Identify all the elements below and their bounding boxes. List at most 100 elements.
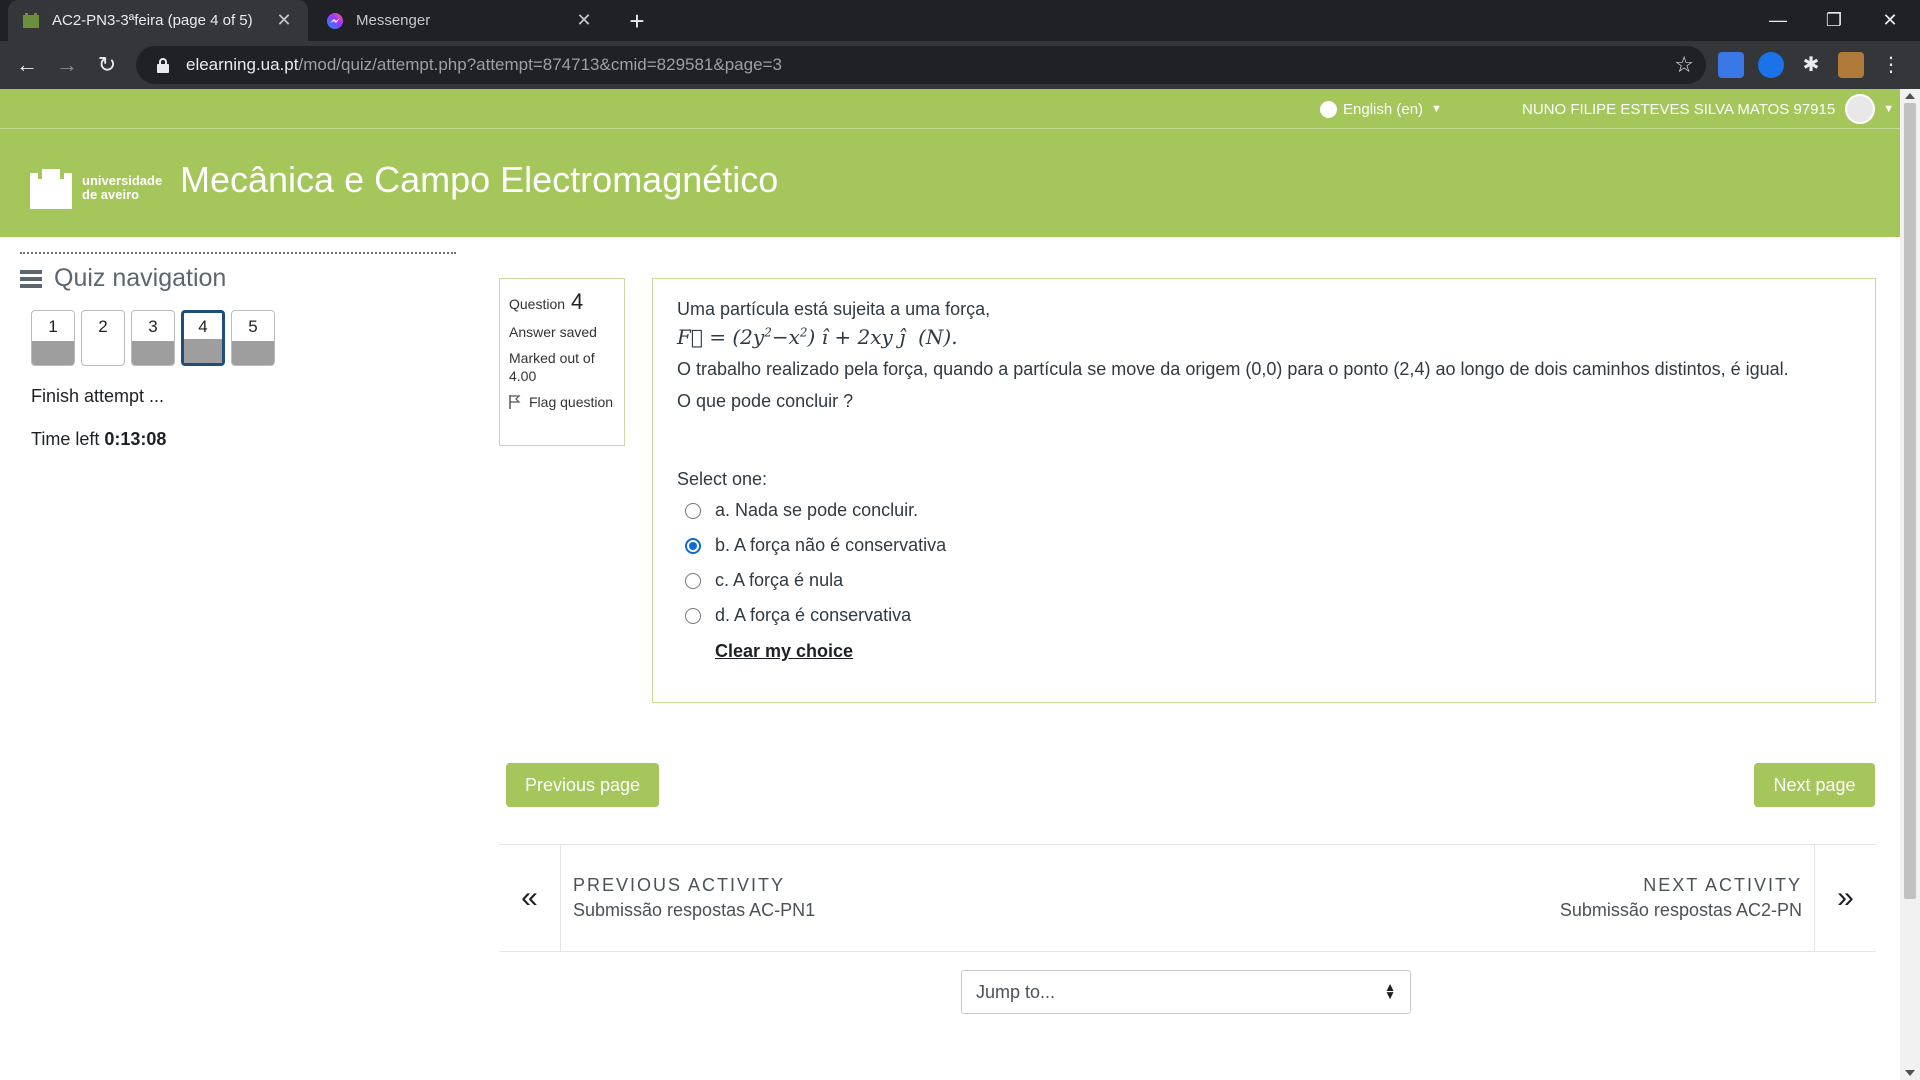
quiz-navigation-title: Quiz navigation (54, 264, 227, 292)
select-arrows-icon: ▲ ▼ (1384, 980, 1396, 1002)
browser-toolbar: ← → ↻ elearning.ua.pt/mod/quiz/attempt.p… (0, 41, 1920, 89)
finish-attempt-link[interactable]: Finish attempt ... (31, 386, 456, 407)
profile-avatar-icon[interactable] (1838, 52, 1864, 78)
tab-title: AC2-PN3-3ªfeira (page 4 of 5) (52, 12, 253, 29)
question-button-3[interactable]: 3 (131, 310, 175, 366)
question-number-heading: Question 4 (509, 289, 615, 315)
url-path: /mod/quiz/attempt.php?attempt=874713&cmi… (298, 55, 782, 74)
option-label[interactable]: c. A força é nula (715, 570, 843, 591)
option-label[interactable]: b. A força não é conservativa (715, 535, 946, 556)
language-label: English (en) (1343, 100, 1424, 118)
forward-icon[interactable]: → (53, 51, 81, 79)
logo-text-line2: de aveiro (82, 187, 140, 202)
lock-icon (157, 58, 169, 73)
jump-to-select[interactable]: Jump to... ▲ ▼ (961, 970, 1411, 1014)
tab-quiz[interactable]: AC2-PN3-3ªfeira (page 4 of 5) ✕ (8, 0, 308, 41)
question-content: Uma partícula está sujeita a uma força, … (652, 278, 1876, 703)
globe-icon (1320, 100, 1337, 118)
browser-tab-bar: AC2-PN3-3ªfeira (page 4 of 5) ✕ Messenge… (0, 0, 1920, 41)
extension-icon[interactable] (1758, 52, 1784, 78)
reload-icon[interactable]: ↻ (93, 51, 121, 79)
question-number: 4 (571, 289, 584, 314)
url-host: elearning.ua.pt (186, 55, 299, 74)
double-chevron-right-icon: » (1814, 845, 1876, 951)
question-buttons: 1 2 3 4 5 (31, 310, 456, 366)
question-number: 1 (48, 317, 58, 336)
activity-navigation: « PREVIOUS ACTIVITY Submissão respostas … (499, 844, 1876, 952)
question-button-2[interactable]: 2 (81, 310, 125, 366)
question-button-1[interactable]: 1 (31, 310, 75, 366)
question-number: 5 (248, 317, 258, 336)
previous-activity-link[interactable]: « PREVIOUS ACTIVITY Submissão respostas … (499, 845, 827, 951)
previous-activity-label: PREVIOUS ACTIVITY (573, 875, 786, 895)
answered-indicator (232, 341, 274, 365)
university-logo-mark-icon (30, 169, 72, 209)
answered-indicator (32, 341, 74, 365)
answer-option-c[interactable]: c. A força é nula (685, 563, 1851, 598)
marked-out-of: Marked out of 4.00 (509, 350, 595, 384)
scroll-up-icon[interactable] (1905, 93, 1915, 99)
question-number: 3 (148, 317, 158, 336)
answer-option-b[interactable]: b. A força não é conservativa (685, 528, 1851, 563)
force-formula: F⃗ = (2y2−x2) î + 2xy ĵ (N). (677, 325, 958, 349)
answer-option-d[interactable]: d. A força é conservativa (685, 598, 1851, 633)
new-tab-icon[interactable]: + (622, 6, 652, 37)
tab-title: Messenger (356, 12, 431, 29)
translate-extension-icon[interactable] (1718, 52, 1744, 78)
answered-indicator (132, 341, 174, 365)
question-body: O trabalho realizado pela força, quando … (677, 359, 1789, 379)
previous-activity-name[interactable]: Submissão respostas AC-PN1 (573, 900, 815, 921)
browser-menu-icon[interactable]: ⋮ (1878, 52, 1904, 78)
site-topbar: English (en) ▼ NUNO FILIPE ESTEVES SILVA… (0, 89, 1900, 129)
double-chevron-left-icon: « (499, 845, 561, 951)
question-number: 4 (198, 317, 208, 336)
question-button-4[interactable]: 4 (181, 310, 225, 366)
radio-button[interactable] (685, 607, 701, 624)
previous-page-button[interactable]: Previous page (506, 763, 659, 807)
divider (20, 252, 456, 254)
jump-to-value: Jump to... (976, 981, 1056, 1002)
extensions-puzzle-icon[interactable]: ✱ (1798, 52, 1824, 78)
question-button-5[interactable]: 5 (231, 310, 275, 366)
option-label[interactable]: d. A força é conservativa (715, 605, 911, 626)
select-one-label: Select one: (677, 469, 768, 489)
menu-icon[interactable] (20, 269, 42, 288)
user-menu[interactable]: NUNO FILIPE ESTEVES SILVA MATOS 97915 ▼ (1522, 89, 1894, 129)
option-label[interactable]: a. Nada se pode concluir. (715, 500, 918, 521)
question-intro: Uma partícula está sujeita a uma força, (677, 299, 991, 319)
next-activity-label: NEXT ACTIVITY (1643, 875, 1802, 895)
messenger-icon (327, 12, 343, 29)
answer-option-a[interactable]: a. Nada se pode concluir. (685, 493, 1851, 528)
question-number: 2 (98, 317, 108, 336)
language-menu[interactable]: English (en) ▼ (1320, 89, 1442, 129)
scroll-down-icon[interactable] (1905, 1070, 1915, 1076)
flag-question-link[interactable]: Flag question (509, 393, 615, 411)
next-activity-name[interactable]: Submissão respostas AC2-PN (1560, 900, 1802, 921)
radio-button[interactable] (685, 572, 701, 589)
clear-choice-link[interactable]: Clear my choice (715, 641, 1851, 662)
close-tab-icon[interactable]: ✕ (574, 10, 594, 31)
bookmark-star-icon[interactable]: ☆ (1674, 52, 1694, 78)
minimize-icon[interactable]: — (1750, 0, 1806, 41)
page-scrollbar[interactable] (1900, 89, 1920, 1080)
next-page-button[interactable]: Next page (1754, 763, 1875, 807)
next-activity-link[interactable]: NEXT ACTIVITY Submissão respostas AC2-PN… (1548, 845, 1876, 951)
question-prompt: O que pode concluir ? (677, 391, 854, 411)
question-info: Question 4 Answer saved Marked out of 4.… (499, 278, 625, 446)
close-window-icon[interactable]: ✕ (1862, 0, 1918, 41)
user-name: NUNO FILIPE ESTEVES SILVA MATOS 97915 (1522, 100, 1836, 118)
formula-unit: (N). (918, 325, 958, 349)
radio-button[interactable] (685, 502, 701, 519)
back-icon[interactable]: ← (13, 51, 41, 79)
answer-status: Answer saved (509, 324, 597, 340)
restore-icon[interactable]: ❐ (1806, 0, 1862, 41)
chevron-down-icon: ▼ (1883, 103, 1895, 115)
scrollbar-thumb[interactable] (1904, 103, 1916, 899)
tab-messenger[interactable]: Messenger ✕ (312, 0, 608, 41)
close-tab-icon[interactable]: ✕ (274, 10, 294, 31)
flag-question-label: Flag question (529, 394, 614, 410)
university-logo[interactable]: universidade de aveiro (28, 165, 168, 211)
logo-text-line1: universidade (82, 173, 163, 188)
address-bar[interactable]: elearning.ua.pt/mod/quiz/attempt.php?att… (136, 46, 1706, 84)
radio-button[interactable] (685, 537, 701, 554)
